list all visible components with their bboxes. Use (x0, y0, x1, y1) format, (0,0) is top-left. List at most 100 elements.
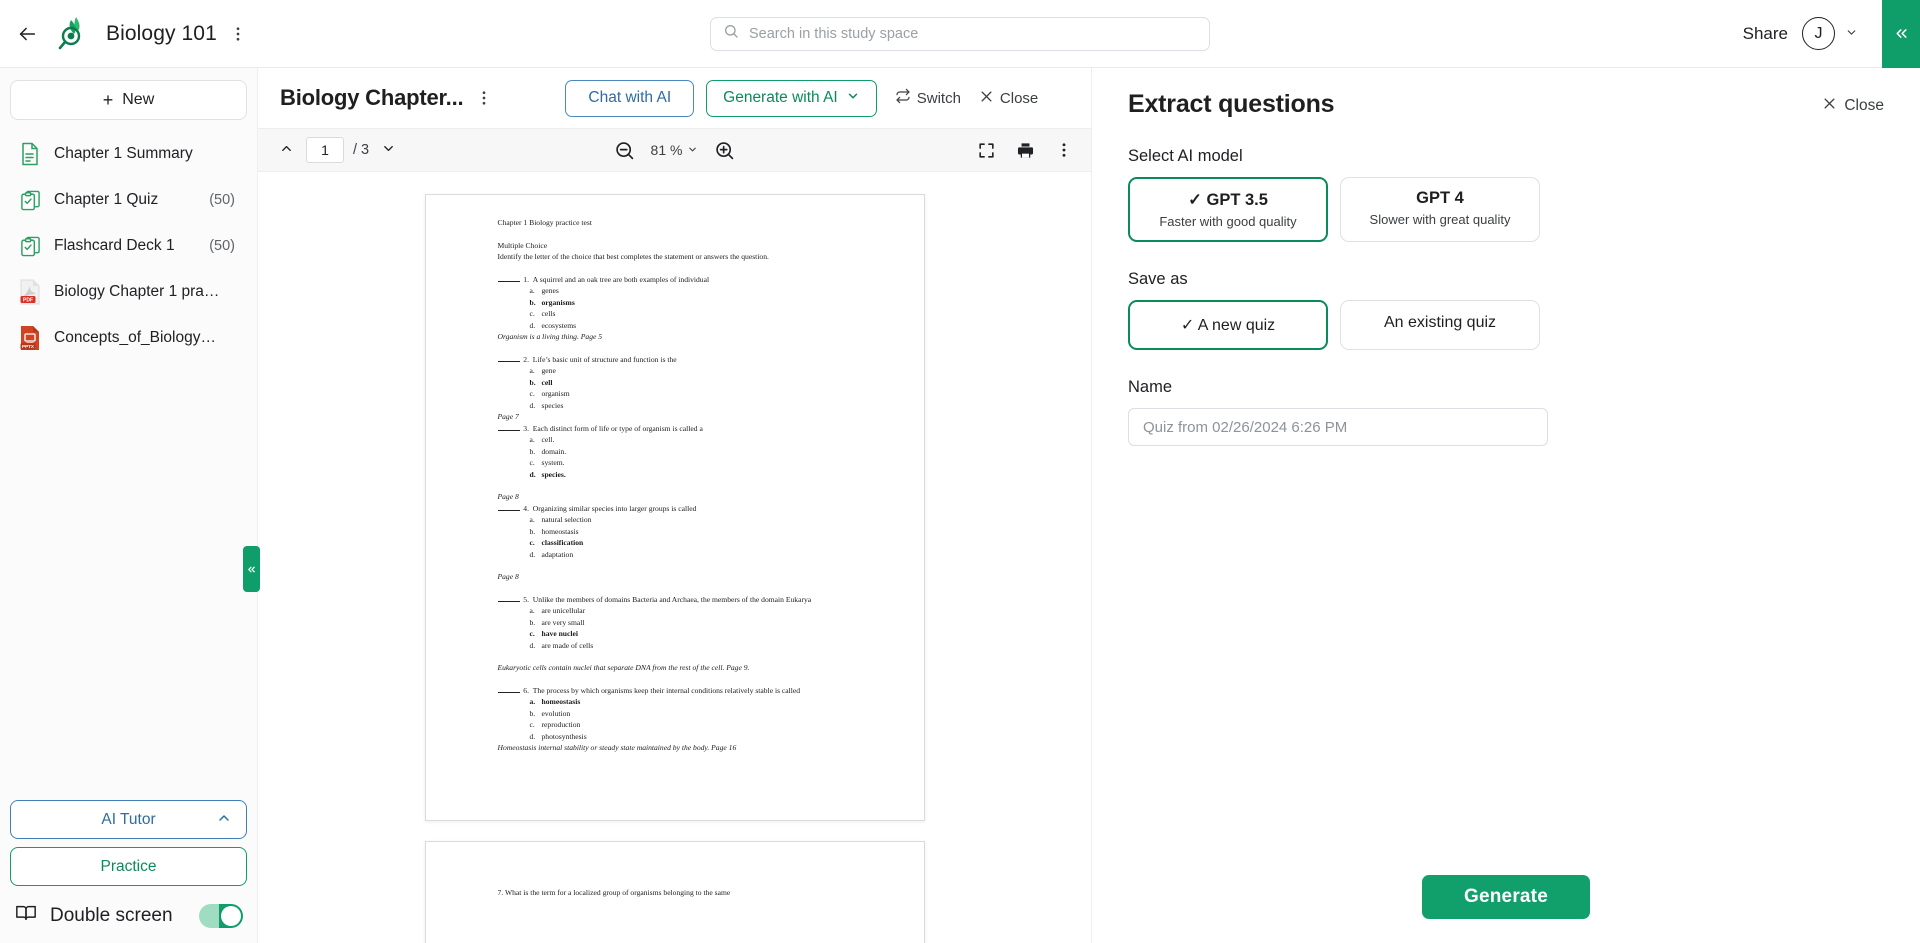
page-down-chevron-down-icon[interactable] (378, 139, 399, 161)
zoom-in-icon[interactable] (714, 140, 735, 161)
sidebar-item-flashcard-deck-1[interactable]: Flashcard Deck 1 (50) (10, 224, 247, 268)
practice-button[interactable]: Practice (10, 847, 247, 886)
double-screen-label: Double screen (50, 904, 173, 926)
book-open-icon (14, 902, 38, 929)
save-option-existing-quiz[interactable]: An existing quiz (1340, 300, 1540, 350)
collapse-right-panel-button[interactable] (1882, 0, 1920, 68)
pdf-page-marker: Page 8 (497, 572, 519, 581)
save-option-new-quiz[interactable]: ✓ A new quiz (1128, 300, 1328, 350)
generate-with-ai-label: Generate with AI (723, 89, 838, 106)
chat-with-ai-button[interactable]: Chat with AI (565, 79, 695, 117)
pdf-option: b. evolution (529, 708, 571, 718)
search-box[interactable] (710, 16, 1210, 51)
sidebar-item-label: Chapter 1 Summary (54, 145, 193, 162)
pdf-option: a. homeostasis (529, 697, 581, 706)
sidebar-item-chapter-1-summary[interactable]: Chapter 1 Summary (10, 132, 247, 176)
sidebar-item-list: Chapter 1 Summary Chapter 1 Quiz (50) Fl… (10, 132, 247, 360)
close-document-label: Close (999, 89, 1039, 107)
sidebar-item-label: Biology Chapter 1 practice t... (54, 283, 223, 300)
new-button-label: New (122, 91, 155, 108)
sidebar-item-chapter-1-quiz[interactable]: Chapter 1 Quiz (50) (10, 178, 247, 222)
pdf-option: b. organisms (529, 297, 575, 307)
pdf-option: d. ecosystems (529, 320, 577, 330)
switch-label: Switch (916, 89, 961, 107)
pdf-header: Chapter 1 Biology practice test (497, 218, 592, 227)
model-option-gpt-35[interactable]: ✓ GPT 3.5 Faster with good quality (1128, 177, 1328, 242)
model-option-label: ✓ GPT 3.5 (1188, 191, 1268, 209)
page-number-input[interactable] (306, 137, 344, 163)
main-body: + New Chapter 1 Summary Chapter 1 Quiz (… (0, 68, 1920, 943)
extract-questions-panel: Extract questions Close Select AI model … (1092, 68, 1920, 943)
zoom-out-icon[interactable] (614, 140, 635, 161)
sidebar-item-concepts-of-biology-chapter[interactable]: PPTX Concepts_of_Biology_Chap... (10, 316, 247, 360)
quiz-clipboard-icon (18, 233, 42, 259)
document-header: Biology Chapter... Chat with AI Generate… (258, 68, 1091, 128)
pdf-page-marker: Page 8 (497, 492, 519, 501)
zoom-chevron-down-icon (687, 142, 698, 158)
search-input[interactable] (749, 25, 1197, 42)
pdf-option: c. organism (529, 389, 570, 398)
save-as-choices: ✓ A new quiz An existing quiz (1128, 300, 1884, 350)
svg-text:PPTX: PPTX (22, 344, 35, 349)
double-screen-toggle[interactable] (199, 903, 243, 928)
model-option-gpt-4[interactable]: GPT 4 Slower with great quality (1340, 177, 1540, 242)
new-button[interactable]: + New (10, 80, 247, 120)
printer-icon[interactable] (1016, 141, 1035, 160)
search-icon (723, 23, 739, 44)
avatar[interactable]: J (1802, 17, 1835, 50)
title-more-vertical-icon[interactable] (229, 25, 247, 43)
pdf-question: 3. Each distinct form of life or type of… (497, 423, 852, 435)
model-option-label: GPT 4 (1416, 189, 1464, 207)
sidebar-item-count: (50) (209, 192, 235, 208)
generate-with-ai-button[interactable]: Generate with AI (706, 79, 877, 117)
pdf-question: 2. Life’s basic unit of structure and fu… (497, 354, 852, 366)
pdf-option: a. cell. (529, 435, 555, 444)
chevron-up-icon (216, 810, 232, 829)
pdf-option: a. gene (529, 366, 556, 375)
zoom-level-control[interactable]: 81 % (651, 142, 699, 158)
double-screen-row: Double screen (10, 894, 247, 933)
pdf-page-1: Chapter 1 Biology practice test Multiple… (424, 194, 925, 821)
pdf-option: b. are very small (529, 617, 585, 627)
pdf-option: d. species (529, 400, 564, 410)
document-more-vertical-icon[interactable] (475, 89, 493, 107)
document-actions: Chat with AI Generate with AI Switch Clo… (565, 79, 1038, 117)
sidebar-collapse-handle[interactable] (243, 546, 260, 592)
switch-arrows-icon (895, 88, 911, 108)
share-button[interactable]: Share (1743, 24, 1788, 44)
pdf-pagination-group: / 3 (276, 137, 399, 163)
pdf-option: c. have nuclei (529, 629, 579, 638)
leaf-magnifier-logo-icon (52, 14, 92, 54)
pdf-more-vertical-icon[interactable] (1055, 141, 1073, 159)
pdf-option: d. photosynthesis (529, 731, 587, 741)
pdf-scroll-area[interactable]: Chapter 1 Biology practice test Multiple… (258, 172, 1091, 943)
back-arrow-icon[interactable] (10, 17, 44, 51)
ai-tutor-button[interactable]: AI Tutor (10, 800, 247, 839)
switch-button[interactable]: Switch (895, 88, 961, 108)
pdf-zoom-group: 81 % (614, 140, 736, 161)
pdf-page-2-text: 7. What is the term for a localized grou… (498, 887, 852, 899)
document-icon (18, 141, 42, 167)
sidebar-item-biology-chapter-1-practice-test[interactable]: PDF Biology Chapter 1 practice t... (10, 270, 247, 314)
panel-close-button[interactable]: Close (1822, 90, 1884, 116)
save-option-label: ✓ A new quiz (1180, 317, 1276, 334)
pdf-section-label: Multiple Choice (497, 240, 548, 250)
document-title: Biology Chapter... (280, 85, 464, 110)
pdf-option: d. are made of cells (529, 640, 594, 650)
page-up-chevron-up-icon[interactable] (276, 139, 297, 161)
panel-header: Extract questions Close (1128, 90, 1884, 119)
generate-button[interactable]: Generate (1422, 875, 1590, 919)
chevron-down-icon (846, 89, 860, 108)
pdf-option: b. cell (529, 377, 553, 387)
close-document-button[interactable]: Close (979, 89, 1038, 108)
pdf-option: a. genes (529, 286, 559, 295)
pdf-option: c. reproduction (529, 720, 581, 729)
generate-button-wrap: Generate (1128, 875, 1884, 919)
pdf-question: 1. A squirrel and an oak tree are both e… (497, 274, 852, 286)
page-title: Biology 101 (106, 21, 217, 45)
sidebar-item-label: Flashcard Deck 1 (54, 237, 175, 254)
fullscreen-icon[interactable] (977, 141, 996, 160)
pdf-file-icon: PDF (18, 279, 42, 305)
quiz-name-input[interactable] (1128, 408, 1548, 446)
avatar-chevron-down-icon[interactable] (1845, 26, 1858, 42)
